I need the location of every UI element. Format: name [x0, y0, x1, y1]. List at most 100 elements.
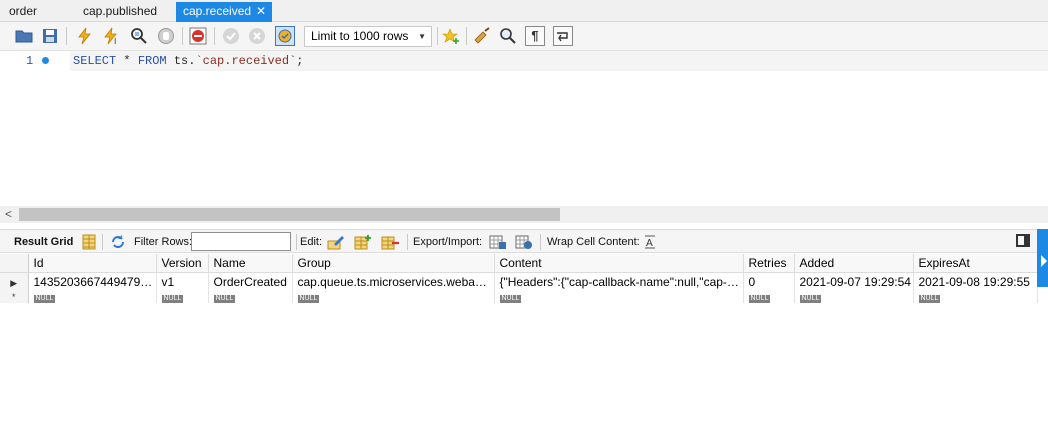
- column-header[interactable]: Name: [208, 254, 293, 273]
- query-tab-bar: order cap.published cap.received ✕: [0, 0, 1048, 22]
- tab-label: cap.published: [83, 4, 158, 18]
- tab-cap-published[interactable]: cap.published: [76, 2, 176, 22]
- current-row-marker-icon: ▶: [10, 277, 18, 288]
- table-cell[interactable]: 0: [743, 272, 795, 289]
- execute-icon[interactable]: [74, 26, 94, 46]
- table-cell[interactable]: NULL: [28, 289, 157, 303]
- table-cell[interactable]: {"Headers":{"cap-callback-name":null,"ca…: [494, 272, 744, 289]
- insert-row-icon[interactable]: [354, 233, 372, 251]
- result-grid[interactable]: Id Version Name Group Content Retries Ad…: [0, 254, 1038, 303]
- scrollbar-thumb[interactable]: [19, 208, 560, 221]
- broom-icon[interactable]: [472, 26, 492, 46]
- table-cell[interactable]: NULL: [156, 289, 209, 303]
- statement-marker-icon: [42, 57, 49, 64]
- stop-icon[interactable]: [156, 26, 176, 46]
- toolbar-separator: [466, 27, 467, 45]
- side-panel-collapse-handle[interactable]: [1037, 229, 1048, 287]
- column-header[interactable]: Added: [794, 254, 914, 273]
- export-import-label: Export/Import:: [413, 236, 483, 248]
- result-table: Id Version Name Group Content Retries Ad…: [0, 254, 1038, 303]
- row-selector[interactable]: *: [0, 289, 29, 303]
- table-cell[interactable]: NULL: [913, 289, 1038, 303]
- edit-row-icon[interactable]: [327, 233, 345, 251]
- null-badge: NULL: [161, 295, 184, 303]
- toolbar-separator: [296, 234, 297, 250]
- open-folder-icon[interactable]: [14, 26, 34, 46]
- new-row[interactable]: * NULL NULL NULL NULL NULL NULL NULL NUL…: [0, 289, 1038, 303]
- table-cell[interactable]: 2021-09-08 19:29:55: [913, 272, 1038, 289]
- commit-icon[interactable]: [221, 26, 241, 46]
- column-header[interactable]: Content: [494, 254, 744, 273]
- export-icon[interactable]: [489, 233, 507, 251]
- tab-order[interactable]: order: [2, 2, 72, 22]
- table-cell[interactable]: NULL: [292, 289, 495, 303]
- chevron-left-icon[interactable]: <: [5, 206, 12, 223]
- null-badge: NULL: [33, 295, 56, 303]
- row-selector[interactable]: ▶: [0, 272, 29, 289]
- table-cell[interactable]: OrderCreated: [208, 272, 293, 289]
- explain-icon[interactable]: [129, 26, 149, 46]
- svg-text:A: A: [646, 238, 653, 249]
- execute-current-icon[interactable]: I: [102, 26, 122, 46]
- close-tab-icon[interactable]: ✕: [256, 2, 266, 20]
- invisible-chars-icon[interactable]: ¶: [525, 26, 545, 46]
- table-cell[interactable]: 2021-09-07 19:29:54: [794, 272, 914, 289]
- sql-keyword: SELECT: [73, 54, 117, 68]
- beautify-star-icon[interactable]: [441, 26, 461, 46]
- table-row[interactable]: ▶ 1435203667449479168 v1 OrderCreated ca…: [0, 272, 1038, 289]
- result-toolbar: Result Grid Filter Rows: Edit: Export/Im…: [0, 229, 1048, 253]
- toolbar-separator: [437, 27, 438, 45]
- find-icon[interactable]: [498, 26, 518, 46]
- sql-editor[interactable]: 1 SELECT * FROM ts.`cap.received`;: [0, 51, 1048, 206]
- limit-rows-select[interactable]: Limit to 1000 rows ▼: [304, 26, 432, 47]
- filter-rows-label: Filter Rows:: [134, 236, 193, 248]
- sql-code-line[interactable]: SELECT * FROM ts.`cap.received`;: [70, 51, 1048, 71]
- import-icon[interactable]: [515, 233, 533, 251]
- filter-rows-input[interactable]: [191, 232, 291, 251]
- tab-cap-received[interactable]: cap.received ✕: [176, 2, 272, 22]
- sql-text: ;: [296, 54, 304, 68]
- row-header-corner: [0, 254, 29, 273]
- column-header[interactable]: Id: [28, 254, 157, 273]
- table-cell[interactable]: NULL: [494, 289, 744, 303]
- sql-text: ts.: [166, 54, 196, 68]
- toolbar-separator: [182, 27, 183, 45]
- column-header[interactable]: Retries: [743, 254, 795, 273]
- edit-label: Edit:: [300, 236, 323, 248]
- column-header[interactable]: Group: [292, 254, 495, 273]
- mysql-workbench-window: order cap.published cap.received ✕ I Lim…: [0, 0, 1048, 432]
- refresh-icon[interactable]: [109, 233, 127, 251]
- table-cell[interactable]: 1435203667449479168: [28, 272, 157, 289]
- column-header[interactable]: ExpiresAt: [913, 254, 1038, 273]
- toolbar-separator: [66, 27, 67, 45]
- limit-rows-value: Limit to 1000 rows: [311, 29, 409, 43]
- table-cell[interactable]: NULL: [208, 289, 293, 303]
- delete-row-icon[interactable]: [381, 233, 399, 251]
- editor-gutter: 1: [0, 51, 70, 71]
- null-badge: NULL: [297, 295, 320, 303]
- table-cell[interactable]: NULL: [794, 289, 914, 303]
- grid-header-row: Id Version Name Group Content Retries Ad…: [0, 254, 1038, 273]
- null-badge: NULL: [748, 295, 771, 303]
- chevron-down-icon: ▼: [418, 32, 426, 41]
- tab-label: order: [9, 4, 38, 18]
- new-row-marker-icon: *: [11, 292, 16, 302]
- table-cell[interactable]: NULL: [743, 289, 795, 303]
- toolbar-separator: [102, 234, 103, 250]
- error-stop-icon[interactable]: [188, 26, 208, 46]
- save-icon[interactable]: [40, 26, 60, 46]
- result-grid-label[interactable]: Result Grid: [14, 234, 73, 250]
- null-badge: NULL: [213, 295, 236, 303]
- table-cell[interactable]: v1: [156, 272, 209, 289]
- column-header[interactable]: Version: [156, 254, 209, 273]
- null-badge: NULL: [918, 295, 941, 303]
- rollback-icon[interactable]: [247, 26, 267, 46]
- autocommit-icon[interactable]: [275, 26, 295, 46]
- wrap-cell-icon[interactable]: A: [641, 233, 659, 251]
- table-cell[interactable]: cap.queue.ts.microservices.webapi.v1: [292, 272, 495, 289]
- grid-view-icon[interactable]: [80, 233, 98, 251]
- sql-text: *: [116, 54, 138, 68]
- wrap-icon[interactable]: [553, 26, 573, 46]
- toggle-side-panel-icon[interactable]: [1016, 234, 1030, 247]
- editor-horizontal-scrollbar[interactable]: <: [0, 206, 1048, 223]
